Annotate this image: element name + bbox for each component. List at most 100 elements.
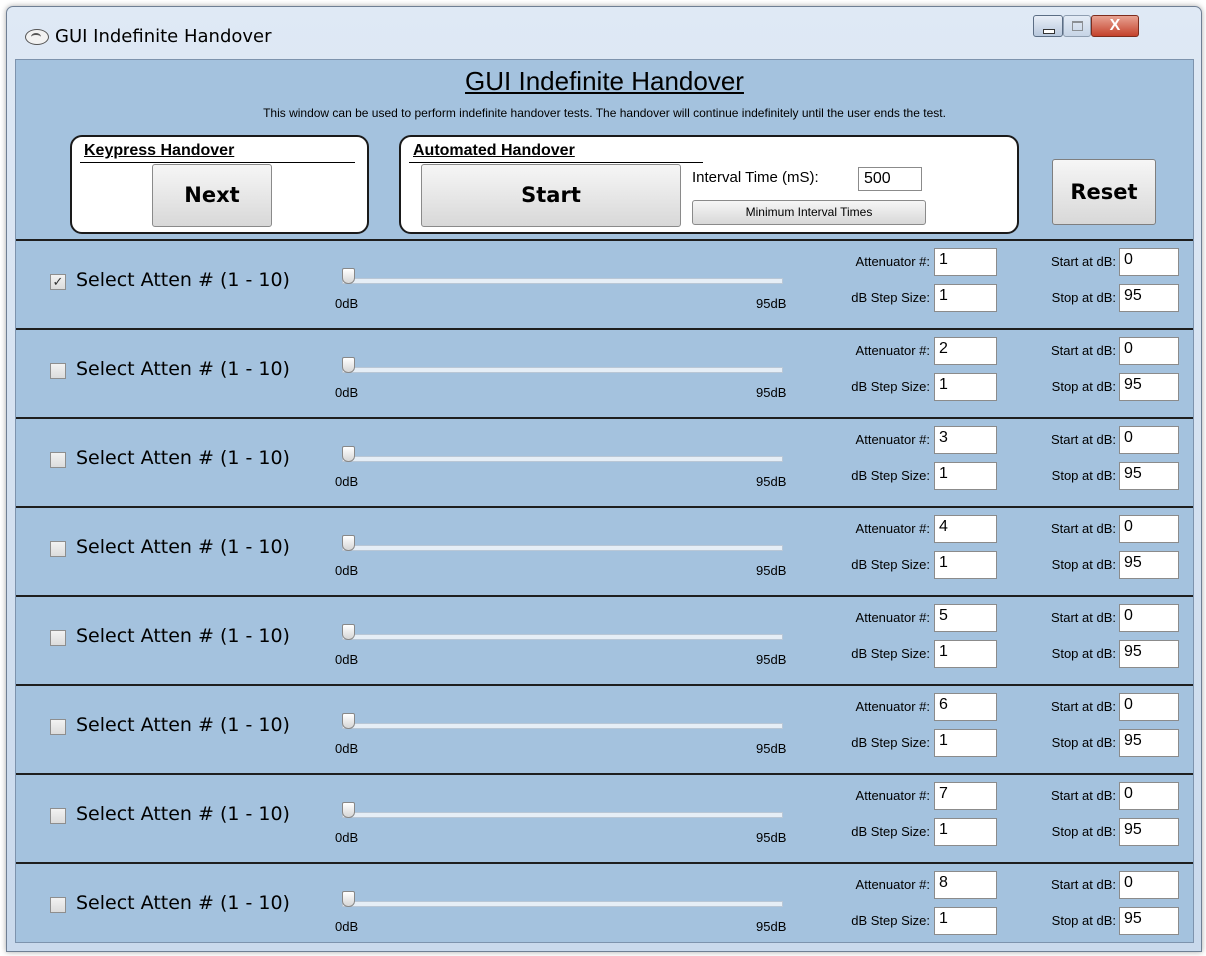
interval-time-input[interactable]: 500 [858,167,922,191]
app-window: GUI Indefinite Handover X GUI Indefinite… [6,6,1202,952]
start-at-db-input[interactable]: 0 [1119,871,1179,899]
select-atten-checkbox[interactable] [50,719,66,735]
stop-at-db-input[interactable]: 95 [1119,907,1179,935]
slider-max-label: 95dB [756,830,787,845]
attenuation-slider[interactable] [342,812,783,818]
db-step-size-input[interactable]: 1 [934,373,997,401]
keypress-handover-title: Keypress Handover [84,142,235,159]
slider-min-label: 0dB [335,296,359,311]
stop-at-db-label: Stop at dB: [1051,824,1116,839]
attenuation-slider[interactable] [342,456,783,462]
db-step-size-input[interactable]: 1 [934,284,997,312]
select-atten-label: Select Atten # (1 - 10) [76,536,290,558]
start-button[interactable]: Start [421,164,681,227]
select-atten-checkbox-checked[interactable]: ✓ [50,274,66,290]
attenuator-number-input[interactable]: 1 [934,248,997,276]
close-button[interactable]: X [1091,15,1139,37]
start-at-db-label: Start at dB: [1050,254,1116,269]
db-step-size-input[interactable]: 1 [934,907,997,935]
start-at-db-label: Start at dB: [1050,788,1116,803]
automated-handover-title: Automated Handover [413,142,575,159]
maximize-button[interactable] [1063,15,1091,37]
stop-at-db-label: Stop at dB: [1051,557,1116,572]
start-at-db-input[interactable]: 0 [1119,693,1179,721]
attenuation-slider-thumb[interactable] [342,624,355,640]
start-at-db-input[interactable]: 0 [1119,604,1179,632]
attenuator-number-label: Attenuator #: [855,788,930,803]
attenuation-slider[interactable] [342,367,783,373]
db-step-size-label: dB Step Size: [851,557,930,572]
start-at-db-input[interactable]: 0 [1119,426,1179,454]
attenuator-number-input[interactable]: 3 [934,426,997,454]
client-area: GUI Indefinite Handover This window can … [15,59,1194,943]
select-atten-label: Select Atten # (1 - 10) [76,625,290,647]
slider-max-label: 95dB [756,741,787,756]
start-at-db-input[interactable]: 0 [1119,248,1179,276]
attenuator-number-input[interactable]: 4 [934,515,997,543]
stop-at-db-input[interactable]: 95 [1119,729,1179,757]
attenuation-slider[interactable] [342,901,783,907]
attenuator-number-input[interactable]: 7 [934,782,997,810]
attenuation-slider-thumb[interactable] [342,802,355,818]
attenuator-number-label: Attenuator #: [855,432,930,447]
select-atten-checkbox[interactable] [50,452,66,468]
attenuation-slider-thumb[interactable] [342,713,355,729]
db-step-size-label: dB Step Size: [851,735,930,750]
start-at-db-label: Start at dB: [1050,610,1116,625]
select-atten-checkbox[interactable] [50,363,66,379]
minimize-button[interactable] [1033,15,1063,37]
stop-at-db-label: Stop at dB: [1051,913,1116,928]
attenuation-slider[interactable] [342,545,783,551]
db-step-size-label: dB Step Size: [851,379,930,394]
slider-min-label: 0dB [335,474,359,489]
db-step-size-input[interactable]: 1 [934,462,997,490]
select-atten-checkbox[interactable] [50,808,66,824]
minimum-interval-times-button[interactable]: Minimum Interval Times [692,200,926,225]
attenuation-slider-thumb[interactable] [342,535,355,551]
start-at-db-input[interactable]: 0 [1119,337,1179,365]
page-description: This window can be used to perform indef… [263,106,946,120]
attenuator-number-input[interactable]: 5 [934,604,997,632]
attenuation-slider[interactable] [342,634,783,640]
select-atten-checkbox[interactable] [50,541,66,557]
attenuation-slider-thumb[interactable] [342,891,355,907]
select-atten-checkbox[interactable] [50,897,66,913]
keypress-handover-panel: Keypress Handover Next [70,135,369,234]
select-atten-checkbox[interactable] [50,630,66,646]
attenuator-number-input[interactable]: 2 [934,337,997,365]
attenuation-slider-thumb[interactable] [342,357,355,373]
attenuation-slider-thumb[interactable] [342,446,355,462]
next-button[interactable]: Next [152,164,272,227]
slider-max-label: 95dB [756,385,787,400]
stop-at-db-input[interactable]: 95 [1119,818,1179,846]
stop-at-db-input[interactable]: 95 [1119,462,1179,490]
attenuation-slider[interactable] [342,278,783,284]
attenuator-number-input[interactable]: 8 [934,871,997,899]
db-step-size-input[interactable]: 1 [934,640,997,668]
reset-button[interactable]: Reset [1052,159,1156,225]
start-at-db-input[interactable]: 0 [1119,515,1179,543]
db-step-size-label: dB Step Size: [851,913,930,928]
db-step-size-input[interactable]: 1 [934,818,997,846]
slider-max-label: 95dB [756,919,787,934]
attenuation-slider-thumb[interactable] [342,268,355,284]
automated-title-divider [409,162,703,163]
slider-min-label: 0dB [335,830,359,845]
title-bar[interactable]: GUI Indefinite Handover X [7,7,1201,59]
stop-at-db-input[interactable]: 95 [1119,551,1179,579]
stop-at-db-input[interactable]: 95 [1119,640,1179,668]
automated-handover-panel: Automated Handover Start Interval Time (… [399,135,1019,234]
db-step-size-input[interactable]: 1 [934,729,997,757]
app-logo-icon [25,29,49,45]
db-step-size-input[interactable]: 1 [934,551,997,579]
attenuation-slider[interactable] [342,723,783,729]
start-at-db-label: Start at dB: [1050,343,1116,358]
attenuator-row: Select Atten # (1 - 10) 0dB 95dB Attenuator… [16,773,1193,862]
stop-at-db-input[interactable]: 95 [1119,284,1179,312]
start-at-db-input[interactable]: 0 [1119,782,1179,810]
stop-at-db-input[interactable]: 95 [1119,373,1179,401]
attenuator-row: Select Atten # (1 - 10) 0dB 95dB Attenuator… [16,595,1193,684]
attenuator-number-label: Attenuator #: [855,877,930,892]
attenuator-number-label: Attenuator #: [855,699,930,714]
attenuator-number-input[interactable]: 6 [934,693,997,721]
